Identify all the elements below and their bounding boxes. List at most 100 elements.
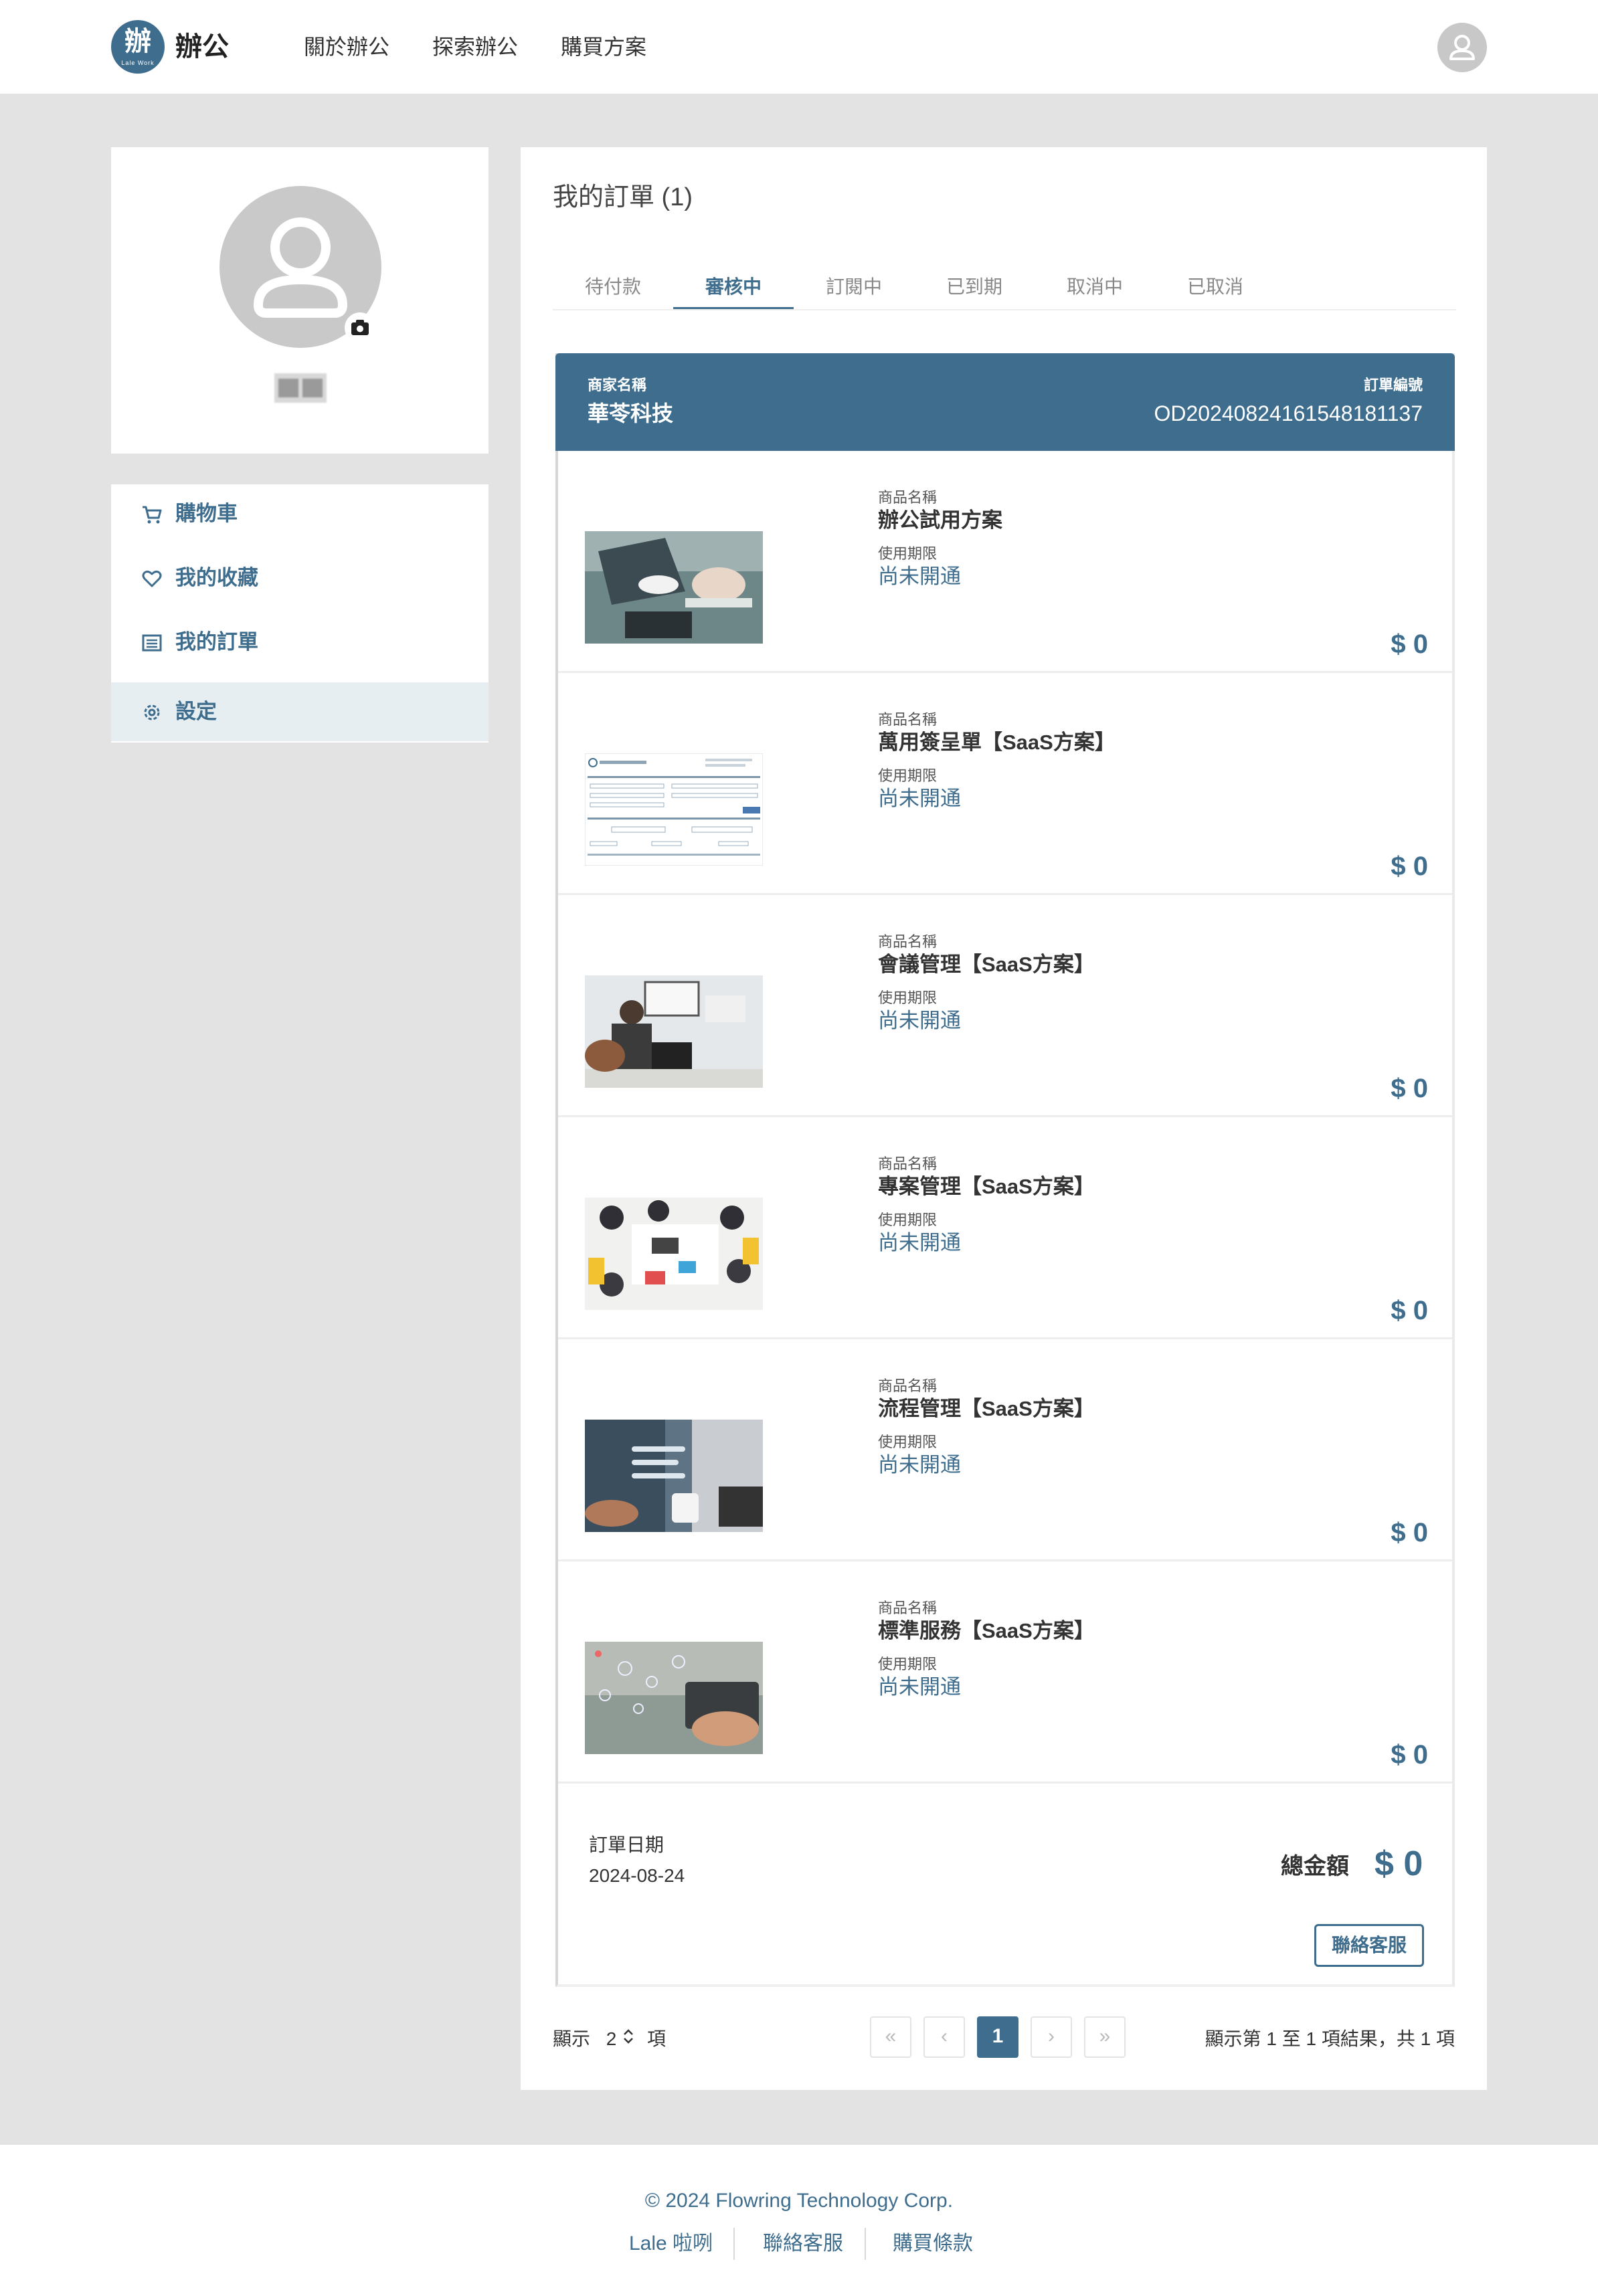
usage-period-caption: 使用期限 [878,1656,938,1672]
product-name-caption: 商品名稱 [878,489,938,506]
heart-icon [141,567,163,590]
tab-divider [553,309,1456,310]
gear-icon [141,701,163,724]
product-name-caption: 商品名稱 [878,1155,938,1172]
profile-card [111,147,489,454]
sidebar-item-favorites[interactable]: 我的收藏 [111,549,489,607]
footer-link-terms[interactable]: 購買條款 [893,2230,973,2257]
product-image-laptop-meeting [585,531,763,644]
sort-updown-icon[interactable] [622,2028,640,2049]
sidebar-item-settings[interactable]: 設定 [111,682,489,741]
result-count-text: 顯示第 1 至 1 項結果，共 1 項 [1205,2028,1455,2049]
product-image-tablet-icons [585,1642,763,1754]
page-size-suffix: 項 [646,2028,666,2049]
logo-icon[interactable]: 辦 Lale Work [111,20,165,74]
order-date-caption: 訂單日期 [589,1834,664,1855]
product-name: 標準服務【SaaS方案】 [878,1619,1095,1642]
product-name: 會議管理【SaaS方案】 [878,953,1095,976]
product-image-office-meeting [585,975,763,1088]
last-page-button[interactable]: » [1084,2016,1126,2058]
footer-divider [733,2228,735,2260]
usage-period-caption: 使用期限 [878,545,938,562]
tab-expired[interactable]: 已到期 [914,266,1035,310]
total-label: 總金額 [1281,1854,1349,1879]
page-size-control[interactable]: 顯示 2 項 [553,2027,666,2051]
tab-cancelled[interactable]: 已取消 [1155,266,1275,310]
item-price: $ 0 [1391,1296,1428,1325]
sidebar-menu: 購物車 我的收藏 我的訂單 設定 [111,484,489,743]
activation-status: 尚未開通 [878,1453,961,1476]
logo-glyph: 辦 [124,27,151,56]
tab-pending-payment[interactable]: 待付款 [553,266,673,310]
sidebar-item-label: 購物車 [175,502,238,525]
prev-page-button[interactable]: ‹ [923,2016,965,2058]
product-image-form-screenshot [585,753,763,866]
nav-explore[interactable]: 探索辦公 [432,33,518,60]
usage-period-caption: 使用期限 [878,767,938,784]
product-name-caption: 商品名稱 [878,711,938,728]
first-page-button[interactable]: « [870,2016,911,2058]
product-name-caption: 商品名稱 [878,1377,938,1394]
activation-status: 尚未開通 [878,1675,961,1699]
sidebar-item-label: 我的訂單 [175,630,258,654]
sidebar-item-label: 設定 [175,700,217,723]
item-price: $ 0 [1391,1074,1428,1103]
product-name: 流程管理【SaaS方案】 [878,1397,1095,1420]
merchant-caption: 商家名稱 [588,377,647,393]
sidebar-item-orders[interactable]: 我的訂單 [111,613,489,672]
activation-status: 尚未開通 [878,1231,961,1254]
order-item: 商品名稱 萬用簽呈單【SaaS方案】 使用期限 尚未開通 $ 0 [558,673,1452,895]
top-navbar: 辦 Lale Work 辦公 關於辦公 探索辦公 購買方案 [0,0,1598,94]
item-price: $ 0 [1391,1518,1428,1547]
product-name: 專案管理【SaaS方案】 [878,1175,1095,1198]
camera-icon[interactable] [345,312,375,343]
user-avatar-icon[interactable] [1437,23,1487,72]
usage-period-caption: 使用期限 [878,1434,938,1450]
profile-name-blurred [274,373,327,403]
tab-cancelling[interactable]: 取消中 [1035,266,1155,310]
page-title: 我的訂單 (1) [553,183,693,211]
order-number-caption: 訂單編號 [1363,377,1423,393]
page-button-current[interactable]: 1 [977,2016,1018,2058]
activation-status: 尚未開通 [878,565,961,588]
copyright-text: © 2024 Flowring Technology Corp. [644,2190,954,2212]
page-size-value[interactable]: 2 [606,2028,617,2049]
order-number: OD20240824161548181137 [1154,401,1423,425]
order-item: 商品名稱 標準服務【SaaS方案】 使用期限 尚未開通 $ 0 [558,1561,1452,1784]
total-amount: $ 0 [1374,1844,1423,1883]
sidebar-item-label: 我的收藏 [175,566,258,589]
tab-under-review[interactable]: 審核中 [673,266,794,310]
nav-purchase[interactable]: 購買方案 [561,33,646,60]
order-header: 商家名稱 華苓科技 訂單編號 OD20240824161548181137 [555,353,1455,451]
brand-name[interactable]: 辦公 [175,29,229,64]
activation-status: 尚未開通 [878,1009,961,1032]
order-item: 商品名稱 流程管理【SaaS方案】 使用期限 尚未開通 $ 0 [558,1339,1452,1561]
activation-status: 尚未開通 [878,787,961,810]
order-item: 商品名稱 辦公試用方案 使用期限 尚未開通 $ 0 [558,451,1452,673]
next-page-button[interactable]: › [1031,2016,1072,2058]
order-item: 商品名稱 專案管理【SaaS方案】 使用期限 尚未開通 $ 0 [558,1117,1452,1339]
product-name-caption: 商品名稱 [878,1600,938,1616]
footer-link-contact[interactable]: 聯絡客服 [763,2230,843,2257]
item-price: $ 0 [1391,1740,1428,1769]
product-image-team-table [585,1198,763,1310]
product-name: 萬用簽呈單【SaaS方案】 [878,731,1116,754]
nav-about[interactable]: 關於辦公 [304,33,389,60]
order-date: 2024-08-24 [589,1865,685,1886]
tab-subscribed[interactable]: 訂閱中 [794,266,914,310]
cart-icon [141,503,163,526]
list-icon [141,632,163,654]
sidebar-item-cart[interactable]: 購物車 [111,484,489,543]
product-name: 辦公試用方案 [878,508,1002,532]
usage-period-caption: 使用期限 [878,989,938,1006]
merchant-name: 華苓科技 [588,401,674,425]
order-item: 商品名稱 會議管理【SaaS方案】 使用期限 尚未開通 $ 0 [558,895,1452,1117]
page-size-prefix: 顯示 [553,2028,591,2049]
logo-subtext: Lale Work [121,60,155,66]
footer-link-lale[interactable]: Lale 啦咧 [629,2230,713,2257]
page-footer: © 2024 Flowring Technology Corp. Lale 啦咧… [0,2145,1598,2296]
usage-period-caption: 使用期限 [878,1212,938,1228]
item-price: $ 0 [1391,852,1428,881]
item-price: $ 0 [1391,630,1428,659]
contact-support-button[interactable]: 聯絡客服 [1314,1924,1424,1967]
